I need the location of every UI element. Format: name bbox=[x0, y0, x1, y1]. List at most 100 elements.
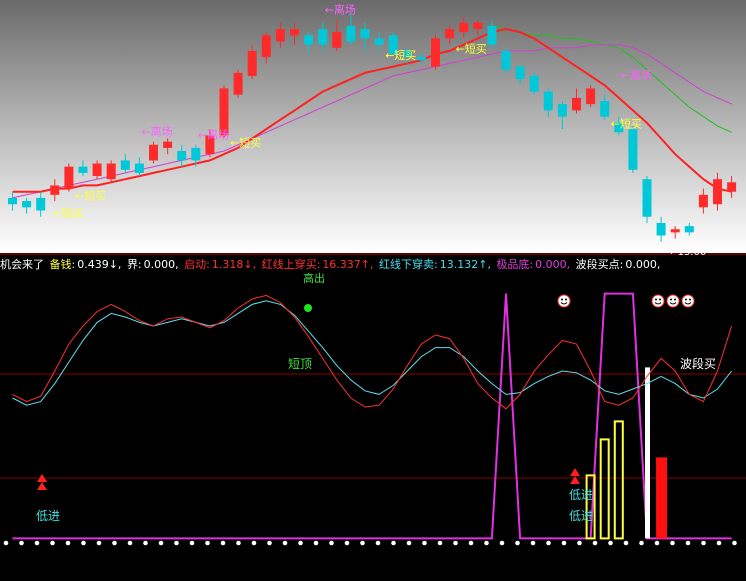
baseline-dot bbox=[499, 540, 505, 546]
baseline-dot bbox=[96, 540, 102, 546]
candle-body bbox=[416, 57, 426, 61]
candle-body bbox=[656, 222, 666, 236]
label-short-top: 短顶 bbox=[288, 357, 312, 371]
short-top-dot bbox=[304, 304, 312, 312]
candle-body bbox=[233, 72, 243, 95]
label-short-buy: ←短买 bbox=[75, 189, 106, 203]
baseline-dot bbox=[34, 540, 40, 546]
baseline-dot bbox=[174, 540, 179, 546]
info-value-reserve: 0.439↓, bbox=[77, 258, 122, 271]
candle-body bbox=[275, 29, 285, 42]
candle-body bbox=[445, 29, 455, 39]
candle-body bbox=[698, 194, 708, 208]
baseline-dot bbox=[592, 540, 598, 546]
label-leave: ←离场 bbox=[621, 68, 652, 82]
baseline-dot bbox=[282, 540, 288, 546]
candle-body bbox=[346, 25, 356, 42]
candle-body bbox=[304, 35, 314, 45]
baseline-dot bbox=[530, 540, 536, 546]
white-bar bbox=[645, 367, 650, 539]
smiley-eye bbox=[689, 298, 691, 301]
info-label-start: 启动: bbox=[184, 258, 210, 271]
candle-body bbox=[600, 100, 610, 117]
baseline-dot bbox=[220, 540, 226, 546]
baseline-dot bbox=[298, 540, 303, 546]
candle-body bbox=[106, 163, 116, 180]
smiley-eye bbox=[659, 298, 661, 301]
candle-body bbox=[247, 50, 257, 76]
candle-body bbox=[36, 197, 46, 211]
baseline-dot bbox=[205, 540, 210, 546]
baseline-dot bbox=[453, 540, 458, 546]
baseline-dot bbox=[344, 540, 350, 546]
info-label-reserve: 备钱: bbox=[49, 258, 76, 271]
baseline-dot bbox=[654, 540, 660, 546]
label-short-buy: ←短买 bbox=[456, 42, 487, 56]
label-band-buy: 波段买 bbox=[680, 356, 716, 371]
smiley-icon bbox=[681, 294, 695, 308]
baseline-dot bbox=[19, 540, 24, 546]
candle-body bbox=[431, 38, 440, 67]
candle-body bbox=[642, 179, 652, 217]
baseline-dot bbox=[561, 540, 567, 546]
candle-body bbox=[557, 104, 567, 117]
candle-body bbox=[22, 201, 32, 208]
candle-body bbox=[713, 179, 722, 205]
label-short-buy: ←短买 bbox=[230, 136, 261, 150]
candle-body bbox=[374, 38, 384, 45]
label-short-buy: ←短买 bbox=[385, 48, 416, 62]
baseline-dot bbox=[422, 540, 427, 546]
baseline-dot bbox=[81, 540, 86, 546]
info-label-band-buy: 波段买点: bbox=[575, 258, 624, 271]
baseline-dot bbox=[189, 540, 195, 546]
candle-body bbox=[50, 185, 60, 195]
info-value-boundary: 0.000, bbox=[143, 258, 179, 271]
smiley-eye bbox=[655, 298, 657, 301]
label-leave: ←离场 bbox=[141, 124, 172, 138]
baseline-dot bbox=[313, 540, 319, 546]
candle-body bbox=[684, 226, 694, 233]
candle-body bbox=[670, 229, 680, 233]
baseline-dot bbox=[65, 540, 71, 546]
smiley-icon bbox=[557, 294, 571, 308]
candle-body bbox=[64, 166, 74, 189]
smiley-eye bbox=[561, 298, 563, 301]
candle-body bbox=[177, 151, 187, 161]
candle-body bbox=[727, 182, 737, 192]
info-label-boundary: 界: bbox=[126, 258, 142, 271]
baseline-dot bbox=[127, 540, 133, 546]
candle-body bbox=[572, 97, 581, 111]
red-bar bbox=[656, 457, 668, 539]
baseline-dot bbox=[360, 540, 365, 546]
baseline-dot bbox=[515, 540, 520, 546]
smiley-icon bbox=[666, 294, 680, 308]
baseline-dot bbox=[329, 540, 334, 546]
candle-body bbox=[529, 75, 539, 92]
baseline-dot bbox=[236, 540, 241, 546]
baseline-dot bbox=[143, 540, 148, 546]
baseline-dot bbox=[670, 540, 675, 546]
label-leave: ←离场 bbox=[198, 128, 229, 142]
baseline-dot bbox=[732, 540, 737, 546]
label-low-in: 低进 bbox=[569, 509, 593, 523]
baseline-dot bbox=[50, 540, 55, 546]
baseline-dot bbox=[577, 540, 582, 546]
candle-body bbox=[515, 66, 525, 80]
candle-body bbox=[163, 141, 173, 148]
baseline-dot bbox=[437, 540, 443, 546]
smiley-eye bbox=[674, 298, 676, 301]
baseline-dot bbox=[546, 540, 551, 546]
candle-body bbox=[360, 29, 370, 39]
baseline-dot bbox=[623, 540, 629, 546]
indicator-info-bar: 机会来了 备钱: 0.439↓, 界: 0.000, 启动: 1.318↓, 红线上穿… bbox=[0, 257, 746, 273]
info-label-red-cross-down: 红线下穿卖: bbox=[379, 258, 438, 271]
info-value-band-buy: 0.000, bbox=[625, 258, 661, 271]
baseline-dot bbox=[608, 540, 613, 546]
info-value-start: 1.318↓, bbox=[211, 258, 257, 271]
baseline-dot bbox=[267, 540, 272, 546]
info-label-red-cross-up: 红线上穿买: bbox=[261, 258, 321, 271]
baseline-dot bbox=[3, 540, 9, 546]
label-low-in: 低进 bbox=[36, 509, 60, 523]
baseline-dot bbox=[251, 540, 257, 546]
candle-body bbox=[459, 22, 469, 33]
